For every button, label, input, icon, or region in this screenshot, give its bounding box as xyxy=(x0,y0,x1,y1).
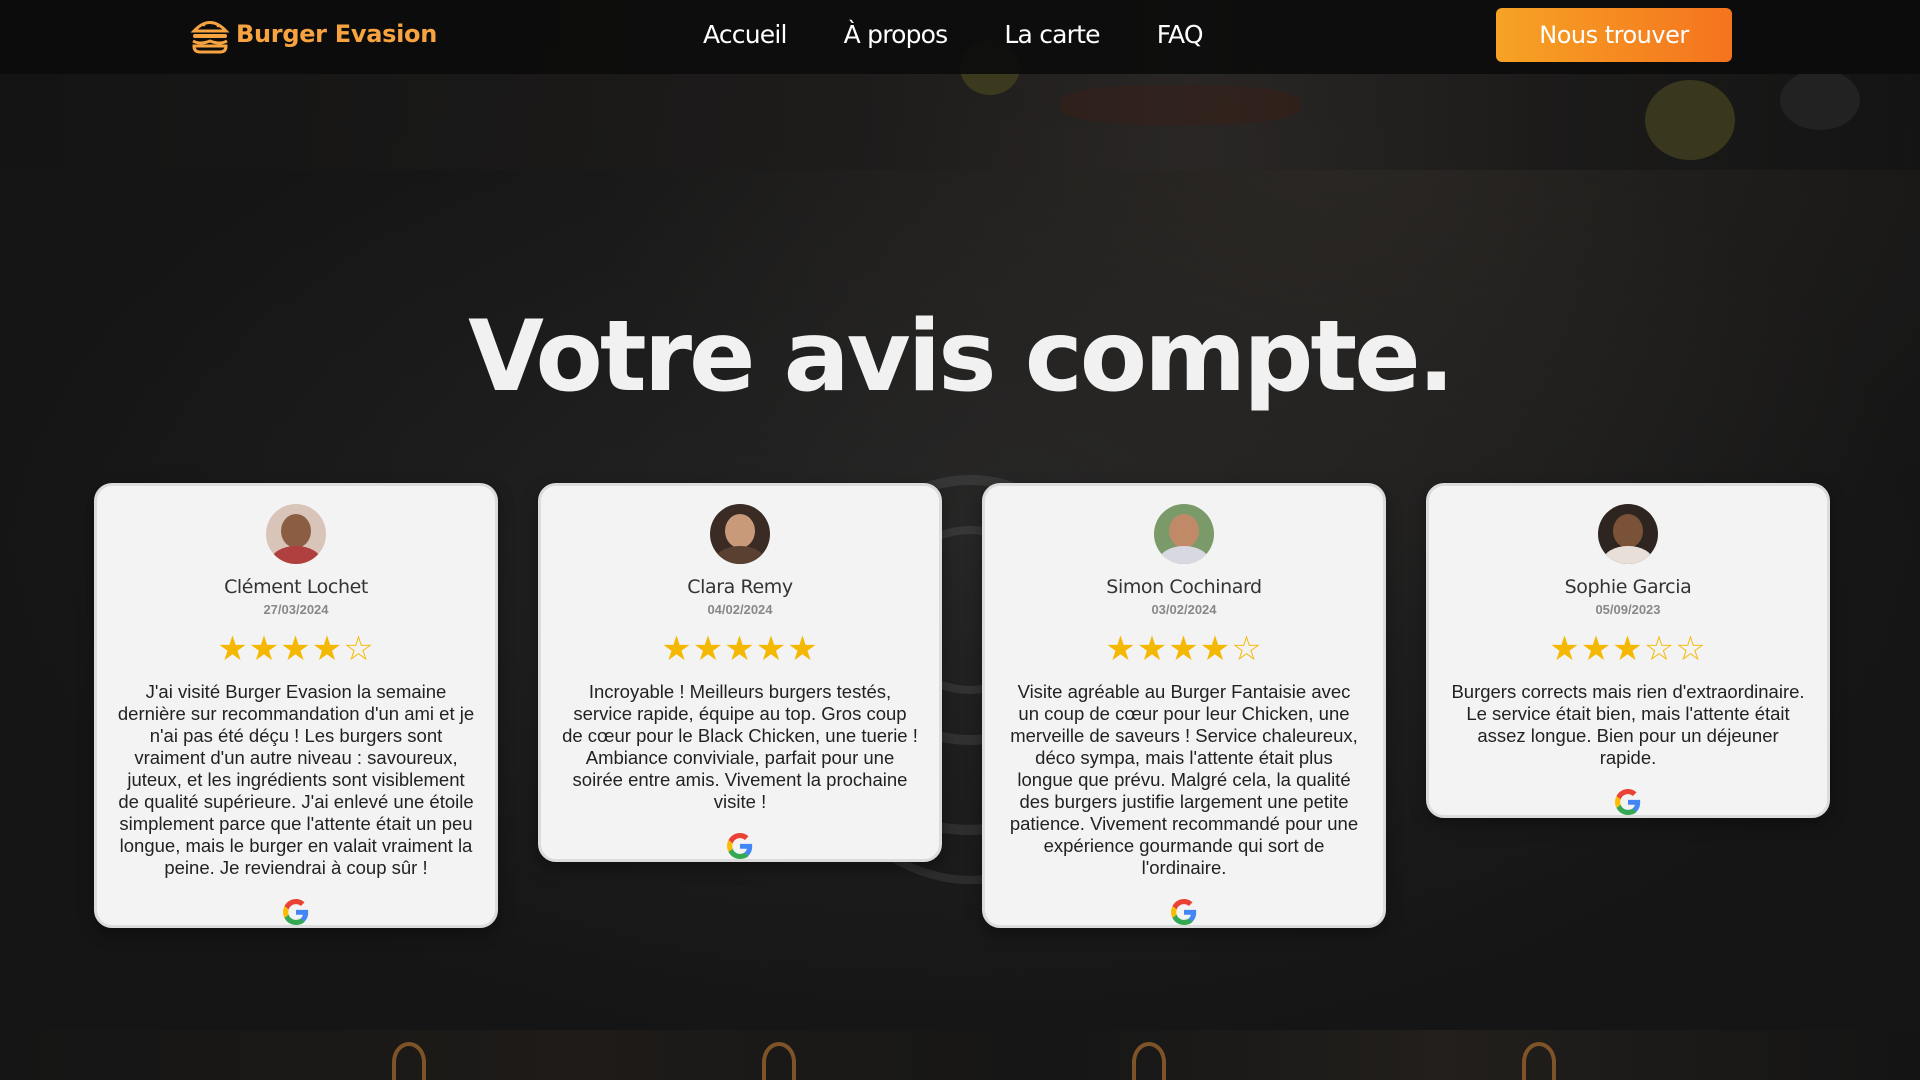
lamp-decoration xyxy=(762,1042,796,1080)
reviewer-avatar xyxy=(1598,504,1658,564)
review-date: 04/02/2024 xyxy=(707,602,773,617)
review-card: Clément Lochet 27/03/2024 ★★★★☆ J'ai vis… xyxy=(94,483,498,928)
review-card: Simon Cochinard 03/02/2024 ★★★★☆ Visite … xyxy=(982,483,1386,928)
star-rating: ★★★★☆ xyxy=(217,630,375,668)
google-icon[interactable] xyxy=(1171,899,1197,925)
lamp-decoration xyxy=(1522,1042,1556,1080)
reviewer-name: Sophie Garcia xyxy=(1564,576,1692,598)
google-icon[interactable] xyxy=(1615,789,1641,815)
google-icon[interactable] xyxy=(727,833,753,859)
lamp-decoration xyxy=(1132,1042,1166,1080)
star-rating: ★★★★★ xyxy=(661,630,819,668)
footer-photo-strip xyxy=(0,1030,1920,1080)
review-text: Burgers corrects mais rien d'extraordina… xyxy=(1451,681,1805,768)
reviewer-name: Clément Lochet xyxy=(224,576,368,598)
review-date: 05/09/2023 xyxy=(1595,602,1661,617)
reviewer-avatar xyxy=(266,504,326,564)
review-text: Incroyable ! Meilleurs burgers testés, s… xyxy=(562,681,918,812)
review-text: Visite agréable au Burger Fantaisie avec… xyxy=(1009,681,1359,878)
reviewer-avatar xyxy=(1154,504,1214,564)
review-card: Sophie Garcia 05/09/2023 ★★★☆☆ Burgers c… xyxy=(1426,483,1830,818)
review-date: 03/02/2024 xyxy=(1151,602,1217,617)
reviewer-avatar xyxy=(710,504,770,564)
reviewer-name: Clara Remy xyxy=(687,576,793,598)
review-card: Clara Remy 04/02/2024 ★★★★★ Incroyable !… xyxy=(538,483,942,862)
review-text: J'ai visité Burger Evasion la semaine de… xyxy=(117,681,475,878)
star-rating: ★★★☆☆ xyxy=(1549,630,1707,668)
reviews-section: Clément Lochet 27/03/2024 ★★★★☆ J'ai vis… xyxy=(0,0,1920,1080)
star-rating: ★★★★☆ xyxy=(1105,630,1263,668)
reviewer-name: Simon Cochinard xyxy=(1106,576,1262,598)
lamp-decoration xyxy=(392,1042,426,1080)
review-date: 27/03/2024 xyxy=(263,602,329,617)
google-icon[interactable] xyxy=(283,899,309,925)
